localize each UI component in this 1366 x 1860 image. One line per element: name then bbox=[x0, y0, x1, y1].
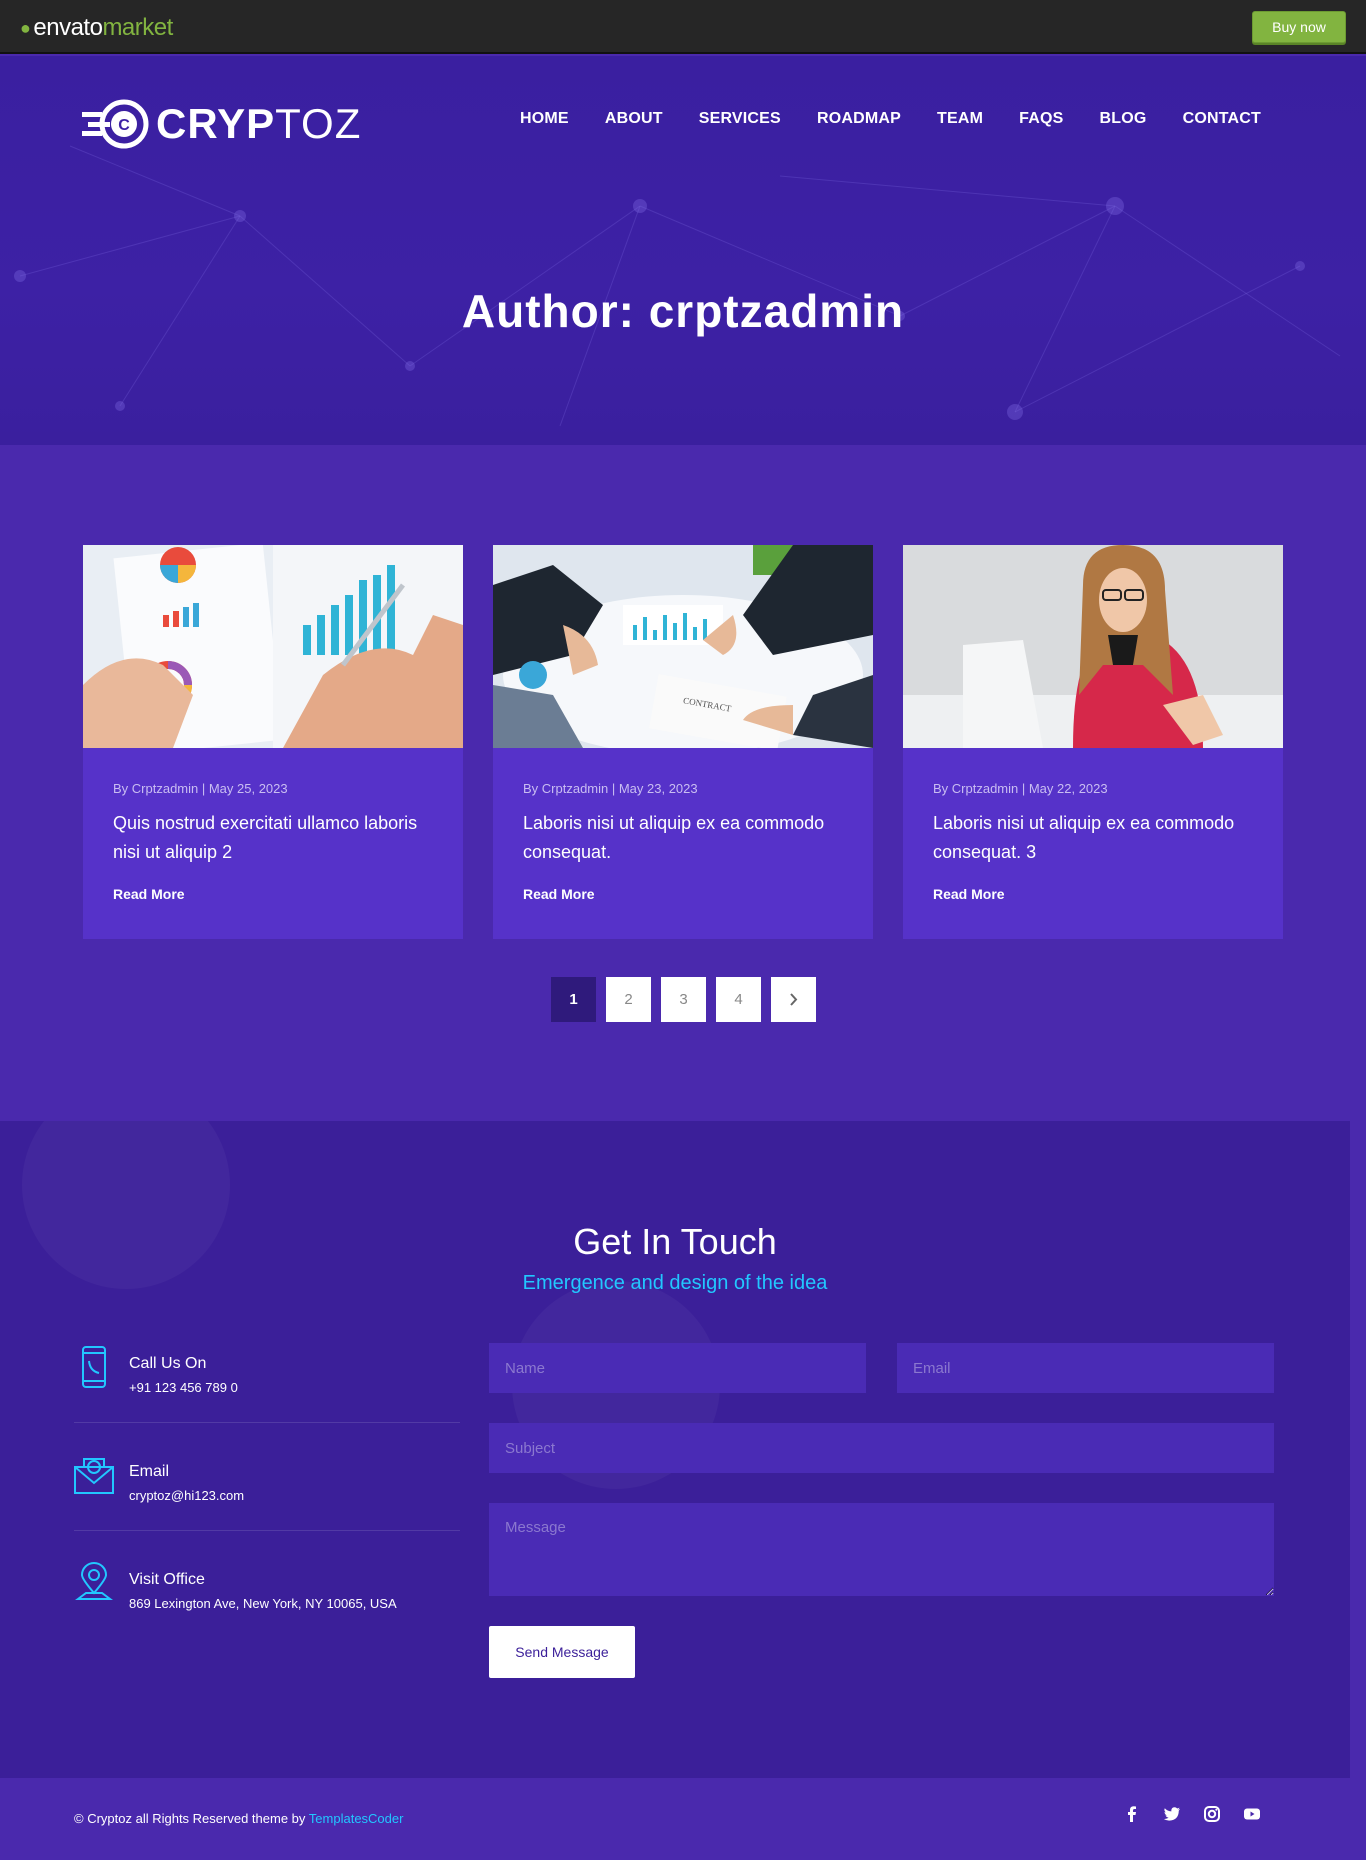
read-more-link[interactable]: Read More bbox=[113, 886, 185, 902]
subject-input[interactable] bbox=[489, 1423, 1274, 1473]
nav-roadmap[interactable]: ROADMAP bbox=[817, 110, 901, 128]
hero-banner: C CRYPTOZ HOME ABOUT SERVICES ROADMAP TE… bbox=[0, 56, 1366, 445]
pagination: 1 2 3 4 bbox=[551, 977, 816, 1022]
logo-word-light: TOZ bbox=[275, 100, 362, 147]
post-card[interactable]: CONTRACT By Crptzadmin | May 23, 2023 La… bbox=[493, 545, 873, 939]
next-page-button[interactable] bbox=[771, 977, 816, 1022]
contact-heading: Get In Touch bbox=[573, 1221, 777, 1262]
page-title: Author: crptzadmin bbox=[461, 285, 905, 337]
twitter-icon[interactable] bbox=[1162, 1804, 1182, 1824]
nav-services[interactable]: SERVICES bbox=[699, 110, 781, 128]
contact-info-phone: Call Us On +91 123 456 789 0 bbox=[74, 1331, 460, 1423]
envato-leaf-icon: ● bbox=[20, 17, 31, 38]
post-image[interactable]: CONTRACT bbox=[493, 545, 873, 748]
read-more-link[interactable]: Read More bbox=[933, 886, 1005, 902]
nav-home[interactable]: HOME bbox=[520, 110, 569, 128]
cryptoz-logo-icon: C bbox=[82, 98, 150, 150]
nav-team[interactable]: TEAM bbox=[937, 110, 983, 128]
info-label: Call Us On bbox=[129, 1355, 207, 1372]
site-logo[interactable]: C CRYPTOZ bbox=[82, 98, 361, 150]
nav-blog[interactable]: BLOG bbox=[1100, 110, 1147, 128]
nav-contact[interactable]: CONTACT bbox=[1183, 110, 1261, 128]
facebook-icon[interactable] bbox=[1122, 1804, 1142, 1824]
logo-wordmark: CRYPTOZ bbox=[156, 100, 361, 148]
phone-icon bbox=[74, 1345, 114, 1389]
page-3-button[interactable]: 3 bbox=[661, 977, 706, 1022]
info-label: Visit Office bbox=[129, 1571, 205, 1588]
chevron-right-icon bbox=[790, 993, 798, 1006]
contact-info-office: Visit Office 869 Lexington Ave, New York… bbox=[74, 1547, 460, 1639]
post-meta: By Crptzadmin | May 25, 2023 bbox=[113, 781, 288, 796]
main-nav: HOME ABOUT SERVICES ROADMAP TEAM FAQS BL… bbox=[520, 110, 1261, 128]
logo-word-bold: CRYP bbox=[156, 100, 276, 147]
post-grid: By Crptzadmin | May 25, 2023 Quis nostru… bbox=[83, 545, 1283, 939]
youtube-icon[interactable] bbox=[1242, 1804, 1262, 1824]
social-links bbox=[1122, 1804, 1262, 1824]
svg-text:C: C bbox=[118, 117, 130, 134]
post-image[interactable] bbox=[83, 545, 463, 748]
info-value: 869 Lexington Ave, New York, NY 10065, U… bbox=[129, 1596, 397, 1611]
envato-bar: ● envato market Buy now bbox=[0, 0, 1366, 54]
info-label: Email bbox=[129, 1463, 170, 1480]
copyright-label: © Cryptoz all Rights Reserved theme by bbox=[74, 1811, 306, 1826]
contact-subheading: Emergence and design of the idea bbox=[522, 1272, 828, 1294]
envato-logo[interactable]: ● envato market bbox=[20, 14, 173, 42]
envelope-icon bbox=[74, 1453, 114, 1497]
page-4-button[interactable]: 4 bbox=[716, 977, 761, 1022]
info-value[interactable]: cryptoz@hi123.com bbox=[129, 1488, 244, 1503]
post-card[interactable]: By Crptzadmin | May 22, 2023 Laboris nis… bbox=[903, 545, 1283, 939]
contact-info-email: Email cryptoz@hi123.com bbox=[74, 1439, 460, 1531]
buy-now-button[interactable]: Buy now bbox=[1252, 11, 1346, 43]
info-value[interactable]: +91 123 456 789 0 bbox=[129, 1380, 238, 1395]
envato-brand: envato bbox=[33, 14, 103, 41]
send-message-button[interactable]: Send Message bbox=[489, 1626, 635, 1678]
location-pin-icon bbox=[74, 1561, 114, 1605]
instagram-icon[interactable] bbox=[1202, 1804, 1222, 1824]
post-meta: By Crptzadmin | May 23, 2023 bbox=[523, 781, 698, 796]
copyright-text: © Cryptoz all Rights Reserved theme by T… bbox=[74, 1811, 403, 1826]
page-2-button[interactable]: 2 bbox=[606, 977, 651, 1022]
decor-circle bbox=[22, 1121, 230, 1289]
post-image[interactable] bbox=[903, 545, 1283, 748]
read-more-link[interactable]: Read More bbox=[523, 886, 595, 902]
post-title[interactable]: Quis nostrud exercitati ullamco laboris … bbox=[113, 809, 443, 867]
site-footer: © Cryptoz all Rights Reserved theme by T… bbox=[0, 1778, 1366, 1860]
templatescoder-link[interactable]: TemplatesCoder bbox=[309, 1811, 404, 1826]
page-1-button[interactable]: 1 bbox=[551, 977, 596, 1022]
nav-about[interactable]: ABOUT bbox=[605, 110, 663, 128]
post-title[interactable]: Laboris nisi ut aliquip ex ea commodo co… bbox=[933, 809, 1263, 867]
post-meta: By Crptzadmin | May 22, 2023 bbox=[933, 781, 1108, 796]
message-textarea[interactable] bbox=[489, 1503, 1274, 1596]
post-card[interactable]: By Crptzadmin | May 25, 2023 Quis nostru… bbox=[83, 545, 463, 939]
contact-section: Get In Touch Emergence and design of the… bbox=[0, 1121, 1350, 1778]
nav-faqs[interactable]: FAQS bbox=[1019, 110, 1063, 128]
name-input[interactable] bbox=[489, 1343, 866, 1393]
email-input[interactable] bbox=[897, 1343, 1274, 1393]
post-title[interactable]: Laboris nisi ut aliquip ex ea commodo co… bbox=[523, 809, 853, 867]
envato-market-label: market bbox=[102, 14, 173, 41]
